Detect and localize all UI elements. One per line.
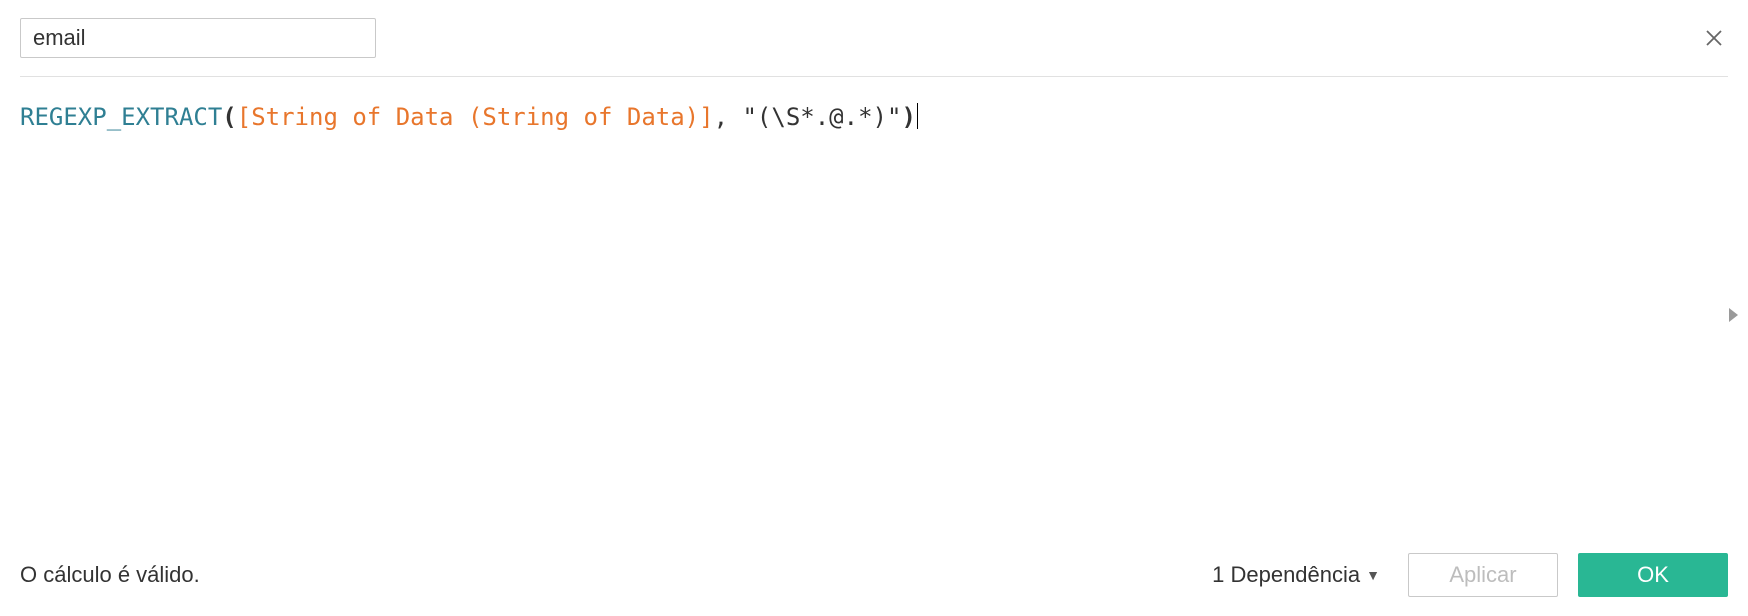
token-string-literal: "(\S*.@.*)" [742,103,901,131]
chevron-down-icon: ▼ [1366,567,1380,583]
apply-button-label: Aplicar [1449,562,1516,588]
apply-button[interactable]: Aplicar [1408,553,1558,597]
text-cursor [917,103,918,129]
token-field: [String of Data (String of Data)] [237,103,714,131]
dependencies-label: 1 Dependência [1212,562,1360,588]
dependencies-dropdown[interactable]: 1 Dependência ▼ [1212,562,1380,588]
expand-panel-button[interactable] [1724,306,1742,324]
token-close-paren: ) [901,103,915,131]
chevron-right-icon [1726,307,1740,323]
footer: O cálculo é válido. 1 Dependência ▼ Apli… [0,552,1748,616]
token-separator: , [714,103,743,131]
calculation-name-input[interactable] [20,18,376,58]
formula-editor[interactable]: REGEXP_EXTRACT([String of Data (String o… [0,77,1748,552]
header [0,0,1748,58]
close-icon [1704,28,1724,48]
token-function: REGEXP_EXTRACT [20,103,222,131]
ok-button[interactable]: OK [1578,553,1728,597]
close-button[interactable] [1700,24,1728,52]
validation-status: O cálculo é válido. [20,562,200,588]
ok-button-label: OK [1637,562,1669,588]
token-open-paren: ( [222,103,236,131]
calculation-editor: REGEXP_EXTRACT([String of Data (String o… [0,0,1748,616]
